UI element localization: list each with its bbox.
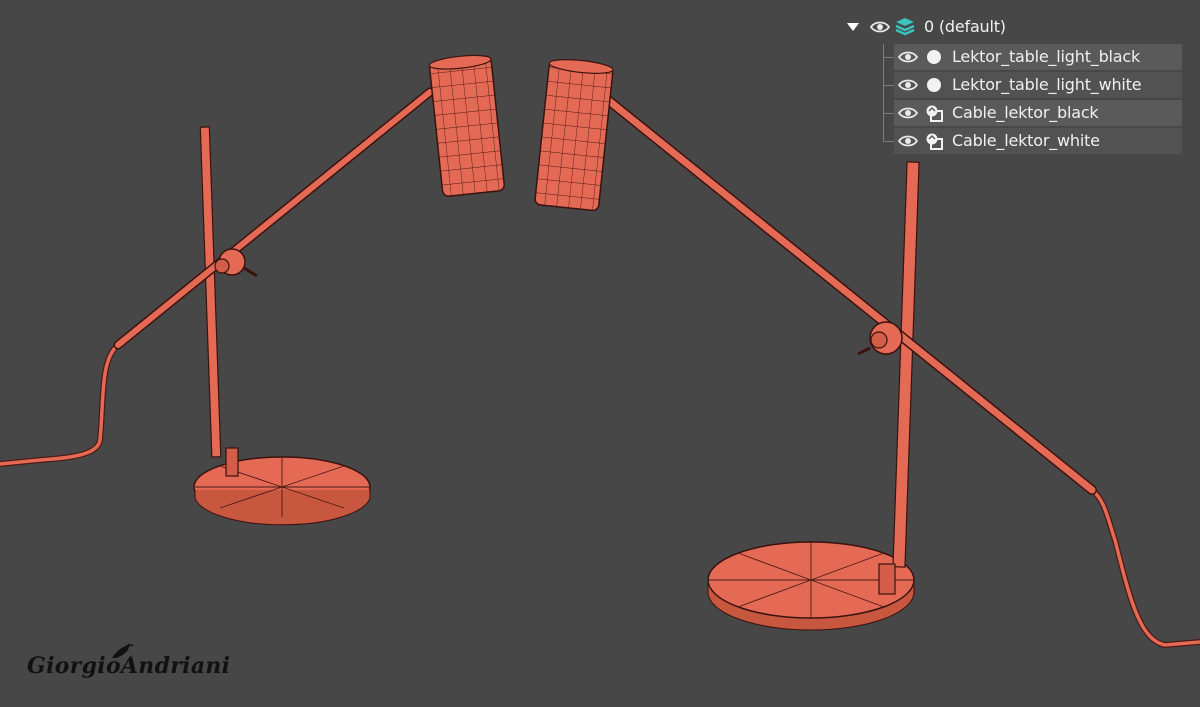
tree-connector — [883, 44, 884, 142]
tree-branch — [883, 113, 894, 114]
lamp-left — [0, 54, 505, 526]
geometry-sphere-icon — [927, 78, 941, 92]
layer-root-row[interactable]: 0 (default) — [840, 14, 1040, 40]
lamp-shade-left — [429, 56, 505, 197]
layer-item-label: Cable_lektor_black — [952, 103, 1099, 122]
watermark-signature: GiorgioAndriani — [27, 653, 231, 679]
layer-item-cable-black[interactable]: Cable_lektor_black — [894, 100, 1182, 126]
shape-spline-icon — [926, 133, 943, 150]
tree-branch — [883, 141, 894, 142]
triangle-down-icon[interactable] — [846, 22, 860, 32]
eye-icon[interactable] — [870, 20, 890, 34]
geometry-sphere-icon — [927, 50, 941, 64]
tree-branch — [883, 85, 894, 86]
layer-stack-icon — [895, 18, 915, 36]
layer-item-cable-white[interactable]: Cable_lektor_white — [894, 128, 1182, 154]
tree-branch — [883, 57, 894, 58]
layer-item-label: Lektor_table_light_white — [952, 75, 1142, 94]
layer-item-lektor-white[interactable]: Lektor_table_light_white — [894, 72, 1182, 98]
shape-spline-icon — [926, 105, 943, 122]
eye-icon[interactable] — [898, 106, 918, 120]
eye-icon[interactable] — [898, 50, 918, 64]
lamp-shade-right — [534, 60, 614, 212]
layer-item-label: Lektor_table_light_black — [952, 47, 1141, 66]
layer-item-label: Cable_lektor_white — [952, 131, 1100, 150]
cable-left — [0, 342, 121, 467]
layer-explorer: 0 (default) Lektor_table_light_black Lek… — [840, 14, 1182, 156]
eye-icon[interactable] — [898, 134, 918, 148]
layer-item-lektor-black[interactable]: Lektor_table_light_black — [894, 44, 1182, 70]
eye-icon[interactable] — [898, 78, 918, 92]
layer-root-label: 0 (default) — [924, 17, 1006, 36]
